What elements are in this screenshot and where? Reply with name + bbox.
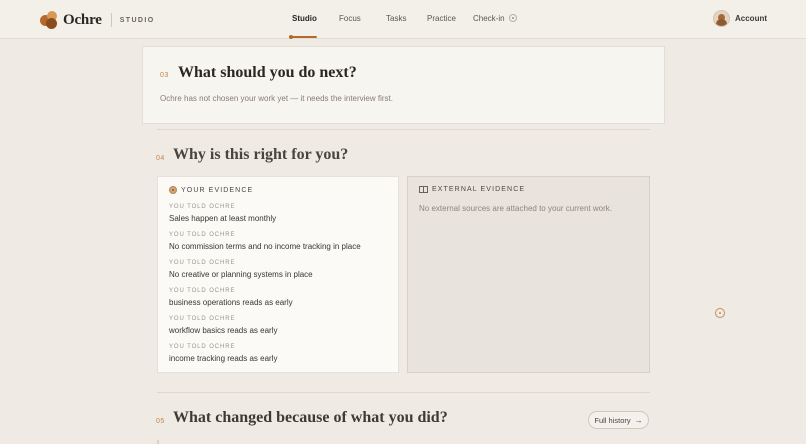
section-number: 05 xyxy=(156,418,165,425)
list-item: YOU TOLD OCHRE Sales happen at least mon… xyxy=(169,203,394,231)
full-history-button[interactable]: Full history → xyxy=(588,411,649,429)
nav-item-check-in[interactable]: Check-in xyxy=(473,14,517,23)
evidence-source: YOU TOLD OCHRE xyxy=(169,232,236,238)
section-content-edge xyxy=(157,440,159,444)
evidence-text: income tracking reads as early xyxy=(169,354,278,363)
full-history-label: Full history xyxy=(594,415,631,425)
list-item: YOU TOLD OCHRE business operations reads… xyxy=(169,287,394,315)
account-menu[interactable]: Account xyxy=(713,10,767,27)
section-number: 03 xyxy=(160,72,169,79)
section-divider xyxy=(157,129,650,130)
list-item: YOU TOLD OCHRE income tracking reads as … xyxy=(169,343,394,371)
list-item: YOU TOLD OCHRE No commission terms and n… xyxy=(169,231,394,259)
evidence-text: business operations reads as early xyxy=(169,298,293,307)
section-divider xyxy=(157,392,650,393)
evidence-source: YOU TOLD OCHRE xyxy=(169,344,236,350)
evidence-source: YOU TOLD OCHRE xyxy=(169,260,236,266)
evidence-source: YOU TOLD OCHRE xyxy=(169,316,236,322)
evidence-text: No creative or planning systems in place xyxy=(169,270,313,279)
book-icon xyxy=(419,186,428,193)
avatar xyxy=(713,10,730,27)
brand-subtitle: STUDIO xyxy=(119,16,155,24)
external-evidence-panel: EXTERNAL EVIDENCE No external sources ar… xyxy=(407,176,650,373)
evidence-text: Sales happen at least monthly xyxy=(169,214,277,223)
nav-item-practice[interactable]: Practice xyxy=(427,14,456,23)
evidence-text: No commission terms and no income tracki… xyxy=(169,242,361,251)
evidence-list: YOU TOLD OCHRE Sales happen at least mon… xyxy=(169,203,394,371)
section-description: Ochre has not chosen your work yet — it … xyxy=(160,94,393,103)
external-evidence-heading: EXTERNAL EVIDENCE xyxy=(419,186,525,193)
active-nav-indicator xyxy=(289,35,317,39)
list-item: YOU TOLD OCHRE No creative or planning s… xyxy=(169,259,394,287)
section-title: Why is this right for you? xyxy=(173,146,349,163)
your-evidence-heading: YOUR EVIDENCE xyxy=(169,186,253,194)
brand[interactable]: Ochre STUDIO xyxy=(40,10,155,30)
scroll-marker-icon[interactable] xyxy=(715,308,725,318)
arrow-right-icon: → xyxy=(634,415,643,425)
evidence-source: YOU TOLD OCHRE xyxy=(169,288,236,294)
evidence-circle-icon xyxy=(169,186,177,194)
section-next-step: 03 What should you do next? Ochre has no… xyxy=(142,46,665,124)
nav-item-focus[interactable]: Focus xyxy=(339,14,361,23)
nav-item-tasks[interactable]: Tasks xyxy=(386,14,406,23)
ochre-logo-icon xyxy=(40,11,60,29)
section-number: 04 xyxy=(156,155,165,162)
evidence-source: YOU TOLD OCHRE xyxy=(169,204,236,210)
nav-item-studio[interactable]: Studio xyxy=(292,14,317,23)
external-evidence-label: EXTERNAL EVIDENCE xyxy=(432,186,526,193)
brand-divider xyxy=(110,13,112,27)
check-in-status-icon xyxy=(508,14,517,22)
nav-item-check-in-label: Check-in xyxy=(473,14,505,23)
section-title: What should you do next? xyxy=(178,64,357,81)
evidence-text: workflow basics reads as early xyxy=(169,326,278,335)
account-label: Account xyxy=(735,14,767,23)
external-evidence-empty-state: No external sources are attached to your… xyxy=(419,204,612,213)
list-item: YOU TOLD OCHRE workflow basics reads as … xyxy=(169,315,394,343)
top-bar: Ochre STUDIO Studio Focus Tasks Practice… xyxy=(0,0,806,39)
your-evidence-panel: YOUR EVIDENCE YOU TOLD OCHRE Sales happe… xyxy=(157,176,399,373)
section-title: What changed because of what you did? xyxy=(173,409,448,426)
your-evidence-label: YOUR EVIDENCE xyxy=(181,186,254,194)
brand-name: Ochre xyxy=(63,11,102,28)
